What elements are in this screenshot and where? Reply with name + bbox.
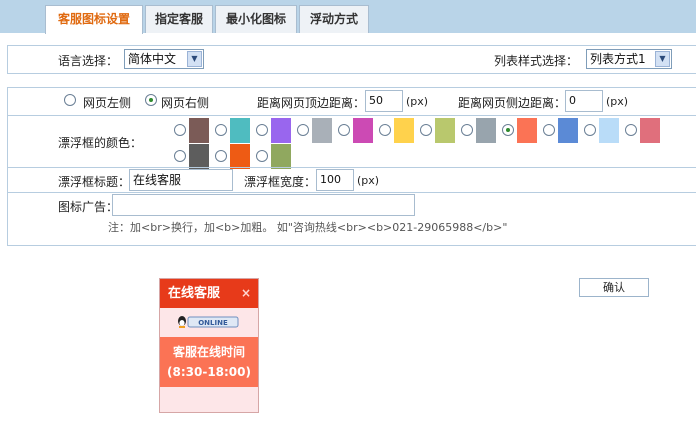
color-swatch[interactable] [435,118,455,143]
tab-float-mode[interactable]: 浮动方式 [299,5,369,33]
color-radio[interactable] [215,150,227,162]
color-swatch[interactable] [476,118,496,143]
color-swatch[interactable] [599,118,619,143]
color-swatch[interactable] [271,144,291,169]
ad-row: 图标广告： 注：加<br>换行，加<b>加粗。 如"咨询热线<br><b>021… [8,192,696,247]
color-radio[interactable] [256,150,268,162]
language-select[interactable]: 简体中文 ▼ [124,49,204,69]
width-label: 漂浮框宽度： [244,175,317,189]
color-radio[interactable] [174,124,186,136]
tab-icon-settings[interactable]: 客服图标设置 [45,5,143,34]
color-radio[interactable] [338,124,350,136]
ad-label: 图标广告： [58,200,119,214]
color-swatch[interactable] [640,118,660,143]
color-row: 漂浮框的颜色： [8,115,696,169]
color-swatch[interactable] [189,144,209,169]
title-label: 漂浮框标题： [58,175,131,189]
top-distance-input[interactable]: 50 [365,90,403,112]
position-left-radio[interactable] [64,94,76,106]
float-preview: 在线客服 × ONLINE 客服在线时间 (8:30-18:00) [159,278,259,413]
color-radio[interactable] [584,124,596,136]
qq-online-icon[interactable]: ONLINE [176,315,240,329]
position-right-label: 网页右侧 [161,96,210,110]
tab-assign-service[interactable]: 指定客服 [145,5,213,33]
title-row: 漂浮框标题： 在线客服 漂浮框宽度： 100 (px) [8,167,696,192]
color-swatch[interactable] [271,118,291,143]
width-unit: (px) [357,174,380,187]
tab-bar: 客服图标设置 指定客服 最小化图标 浮动方式 [0,0,696,34]
color-swatch[interactable] [230,144,250,169]
preview-header: 在线客服 × [160,279,258,308]
list-style-label: 列表样式选择： [494,54,579,68]
position-row: 网页左侧 网页右侧 距离网页顶边距离： 50 (px) 距离网页侧边距离： 0 … [8,88,696,115]
side-distance-label: 距离网页侧边距离： [458,96,567,110]
language-panel: 语言选择： 简体中文 ▼ 列表样式选择： 列表方式1 ▼ [7,45,696,74]
width-input[interactable]: 100 [316,169,354,191]
chevron-down-icon: ▼ [655,51,670,67]
qq-badge-text: ONLINE [198,319,228,327]
color-radio[interactable] [215,124,227,136]
color-radio[interactable] [461,124,473,136]
settings-panel: 网页左侧 网页右侧 距离网页顶边距离： 50 (px) 距离网页侧边距离： 0 … [7,87,696,246]
hours-line-2: (8:30-18:00) [167,365,251,379]
confirm-button[interactable]: 确认 [579,278,649,297]
color-radio[interactable] [502,124,514,136]
color-swatch[interactable] [394,118,414,143]
format-note: 注：加<br>换行，加<b>加粗。 如"咨询热线<br><b>021-29065… [108,221,508,234]
ad-input[interactable] [112,194,415,216]
chevron-down-icon: ▼ [187,51,202,67]
color-swatch[interactable] [312,118,332,143]
color-radio[interactable] [174,150,186,162]
list-style-select[interactable]: 列表方式1 ▼ [586,49,672,69]
color-swatch[interactable] [230,118,250,143]
color-swatch[interactable] [558,118,578,143]
color-radio[interactable] [420,124,432,136]
top-distance-label: 距离网页顶边距离： [257,96,366,110]
color-radio[interactable] [256,124,268,136]
color-swatch[interactable] [353,118,373,143]
position-left-label: 网页左侧 [83,96,132,110]
side-distance-input[interactable]: 0 [565,90,603,112]
preview-hours: 客服在线时间 (8:30-18:00) [160,337,258,387]
color-radio[interactable] [625,124,637,136]
color-label: 漂浮框的颜色： [58,136,143,150]
color-swatch[interactable] [517,118,537,143]
top-distance-unit: (px) [406,95,429,108]
color-radio[interactable] [379,124,391,136]
tab-minimize-icon[interactable]: 最小化图标 [215,5,297,33]
position-right-radio[interactable] [145,94,157,106]
list-style-value: 列表方式1 [590,52,646,66]
title-input[interactable]: 在线客服 [129,169,233,191]
color-radio[interactable] [543,124,555,136]
language-value: 简体中文 [128,52,177,66]
language-label: 语言选择： [58,54,119,68]
hours-line-1: 客服在线时间 [172,345,245,359]
close-icon[interactable]: × [241,279,251,308]
preview-title: 在线客服 [168,286,221,301]
side-distance-unit: (px) [606,95,629,108]
color-radio[interactable] [297,124,309,136]
color-swatch[interactable] [189,118,209,143]
